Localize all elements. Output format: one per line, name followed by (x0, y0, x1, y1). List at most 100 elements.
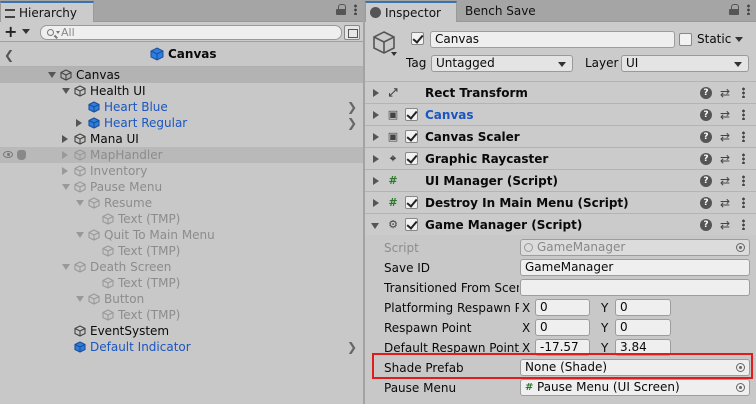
scene-visibility-button[interactable] (344, 25, 360, 40)
static-checkbox[interactable] (679, 33, 692, 46)
help-icon[interactable]: ? (700, 197, 712, 209)
component-header[interactable]: # Destroy In Main Menu (Script)? ⇄ (365, 191, 756, 213)
expand-arrow-icon[interactable] (62, 151, 68, 159)
expand-arrow-icon[interactable] (373, 199, 379, 207)
presets-icon[interactable]: ⇄ (720, 218, 730, 232)
kebab-menu-icon[interactable] (742, 197, 745, 208)
pickability-icon[interactable] (17, 150, 26, 160)
hierarchy-item[interactable]: Health UI (0, 83, 363, 99)
kebab-menu-icon[interactable] (354, 4, 357, 15)
back-arrow-icon[interactable]: ❮ (4, 48, 14, 62)
presets-icon[interactable]: ⇄ (720, 86, 730, 100)
add-object-button[interactable]: + (4, 22, 17, 42)
tag-dropdown[interactable]: Untagged (431, 55, 573, 72)
object-name-field[interactable]: Canvas (430, 31, 675, 48)
presets-icon[interactable]: ⇄ (720, 196, 730, 210)
pause-menu-field[interactable]: # Pause Menu (UI Screen) (520, 379, 750, 396)
expand-arrow-icon[interactable] (62, 135, 68, 143)
expand-arrow-icon[interactable] (373, 111, 379, 119)
collapse-arrow-icon[interactable] (371, 223, 379, 229)
hierarchy-item[interactable]: Quit To Main Menu (0, 227, 363, 243)
presets-icon[interactable]: ⇄ (720, 130, 730, 144)
transitioned-field[interactable] (520, 279, 750, 296)
icon-dropdown-icon[interactable] (391, 52, 397, 56)
hierarchy-item[interactable]: Text (TMP) (0, 307, 363, 323)
expand-arrow-icon[interactable] (62, 167, 68, 175)
help-icon[interactable]: ? (700, 131, 712, 143)
help-icon[interactable]: ? (700, 109, 712, 121)
hierarchy-item[interactable]: EventSystem (0, 323, 363, 339)
respawn-y-field[interactable]: 0 (615, 319, 671, 336)
component-header[interactable]: ⌖ Graphic Raycaster? ⇄ (365, 147, 756, 169)
hierarchy-item[interactable]: Death Screen (0, 259, 363, 275)
collapse-arrow-icon[interactable] (76, 232, 84, 238)
component-enabled-checkbox[interactable] (405, 130, 418, 143)
lock-icon[interactable] (336, 4, 346, 15)
kebab-menu-icon[interactable] (742, 87, 745, 98)
open-prefab-chevron-icon[interactable]: ❯ (347, 115, 357, 131)
open-prefab-chevron-icon[interactable]: ❯ (347, 99, 357, 115)
collapse-arrow-icon[interactable] (62, 264, 70, 270)
expand-arrow-icon[interactable] (373, 133, 379, 141)
open-prefab-chevron-icon[interactable]: ❯ (347, 339, 357, 355)
presets-icon[interactable]: ⇄ (720, 174, 730, 188)
collapse-arrow-icon[interactable] (76, 200, 84, 206)
hierarchy-item[interactable]: Resume (0, 195, 363, 211)
component-header[interactable]: ▣ Canvas Scaler? ⇄ (365, 125, 756, 147)
kebab-menu-icon[interactable] (742, 153, 745, 164)
save-id-field[interactable]: GameManager (520, 259, 750, 276)
tab-hierarchy[interactable]: Hierarchy (0, 1, 94, 22)
default-x-field[interactable]: -17.57 (535, 339, 590, 356)
expand-arrow-icon[interactable] (373, 155, 379, 163)
add-dropdown-icon[interactable] (22, 29, 30, 34)
collapse-arrow-icon[interactable] (62, 184, 70, 190)
hierarchy-item[interactable]: Inventory (0, 163, 363, 179)
kebab-menu-icon[interactable] (742, 175, 745, 186)
expand-arrow-icon[interactable] (373, 177, 379, 185)
hierarchy-item[interactable]: Text (TMP) (0, 243, 363, 259)
help-icon[interactable]: ? (700, 87, 712, 99)
collapse-arrow-icon[interactable] (76, 296, 84, 302)
kebab-menu-icon[interactable] (747, 4, 750, 15)
tab-bench-save[interactable]: Bench Save (465, 1, 545, 22)
hierarchy-item[interactable]: MapHandler (0, 147, 363, 163)
component-header[interactable]: ▣ Canvas? ⇄ (365, 103, 756, 125)
hierarchy-item[interactable]: Heart Regular ❯ (0, 115, 363, 131)
hierarchy-item[interactable]: Pause Menu (0, 179, 363, 195)
respawn-x-field[interactable]: 0 (535, 319, 590, 336)
platforming-y-field[interactable]: 0 (615, 299, 671, 316)
hierarchy-item[interactable]: Canvas (0, 67, 363, 83)
platforming-x-field[interactable]: 0 (535, 299, 590, 316)
hierarchy-search-input[interactable]: All (40, 25, 342, 40)
component-enabled-checkbox[interactable] (405, 108, 418, 121)
hierarchy-item[interactable]: Button (0, 291, 363, 307)
kebab-menu-icon[interactable] (742, 219, 745, 230)
tab-inspector[interactable]: Inspector (365, 1, 457, 22)
component-enabled-checkbox[interactable] (405, 152, 418, 165)
expand-arrow-icon[interactable] (76, 119, 82, 127)
hierarchy-item[interactable]: Mana UI (0, 131, 363, 147)
presets-icon[interactable]: ⇄ (720, 152, 730, 166)
help-icon[interactable]: ? (700, 175, 712, 187)
help-icon[interactable]: ? (700, 219, 712, 231)
kebab-menu-icon[interactable] (742, 109, 745, 120)
expand-arrow-icon[interactable] (373, 89, 379, 97)
component-enabled-checkbox[interactable] (405, 218, 418, 231)
active-checkbox[interactable] (411, 32, 424, 45)
help-icon[interactable]: ? (700, 153, 712, 165)
hierarchy-item[interactable]: Default Indicator ❯ (0, 339, 363, 355)
hierarchy-item[interactable]: Text (TMP) (0, 211, 363, 227)
hierarchy-item[interactable]: Text (TMP) (0, 275, 363, 291)
component-header[interactable]: ⤢ Rect Transform? ⇄ (365, 81, 756, 103)
presets-icon[interactable]: ⇄ (720, 108, 730, 122)
lock-icon[interactable] (729, 4, 739, 15)
collapse-arrow-icon[interactable] (62, 88, 70, 94)
layer-dropdown[interactable]: UI (621, 55, 749, 72)
hierarchy-item[interactable]: Heart Blue ❯ (0, 99, 363, 115)
component-header[interactable]: # UI Manager (Script)? ⇄ (365, 169, 756, 191)
shade-prefab-field[interactable]: None (Shade) (520, 359, 750, 376)
visibility-icon[interactable] (3, 151, 13, 158)
collapse-arrow-icon[interactable] (48, 72, 56, 78)
kebab-menu-icon[interactable] (742, 131, 745, 142)
component-enabled-checkbox[interactable] (405, 196, 418, 209)
